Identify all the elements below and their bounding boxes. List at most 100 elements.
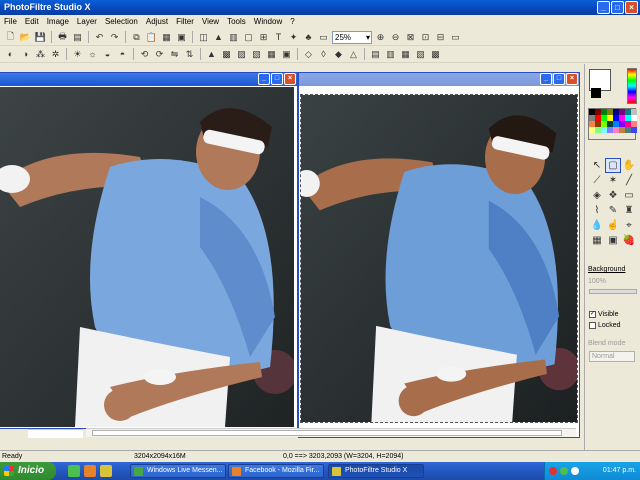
contrast-down-icon[interactable]: ◒ [101, 48, 114, 61]
effects-icon[interactable]: ✦ [287, 31, 300, 44]
clone-tool-icon[interactable]: ⌖ [621, 218, 637, 233]
menu-view[interactable]: View [198, 15, 223, 28]
color-palette[interactable] [588, 108, 637, 140]
doc-minimize-button[interactable]: _ [258, 73, 270, 85]
horizontal-scrollbar-original[interactable] [28, 429, 83, 438]
document-window-copy[interactable]: _ □ × [298, 72, 580, 438]
doc-maximize-button[interactable]: □ [271, 73, 283, 85]
menu-edit[interactable]: Edit [21, 15, 43, 28]
close-button[interactable]: × [625, 1, 638, 14]
tray-volume-icon[interactable] [571, 467, 579, 475]
document-titlebar[interactable]: _ □ × [0, 73, 297, 86]
hue-icon[interactable]: ◇ [302, 48, 315, 61]
opacity-slider[interactable] [589, 289, 637, 294]
visible-checkbox[interactable]: ✓ Visible [589, 311, 619, 318]
negative-icon[interactable]: ▨ [235, 48, 248, 61]
start-button[interactable]: Inicio [0, 462, 56, 480]
brightness-up-icon[interactable]: ☼ [86, 48, 99, 61]
zoom-window-icon[interactable]: ⊟ [434, 31, 447, 44]
color-spectrum[interactable] [627, 68, 637, 104]
open-icon[interactable]: 📂 [19, 31, 32, 44]
rgb-icon[interactable]: ▤ [369, 48, 382, 61]
blur-drop-icon[interactable]: 💧 [589, 218, 605, 233]
grayscale-icon[interactable]: ▲ [205, 48, 218, 61]
blend-mode-select[interactable]: Normal [589, 351, 635, 362]
minimize-button[interactable]: _ [597, 1, 610, 14]
pencil-tool-icon[interactable]: ✎ [605, 203, 621, 218]
layer-name-label[interactable]: Background [588, 266, 625, 273]
color-picker-icon[interactable]: ⟋ [589, 173, 605, 188]
zoom-actual-icon[interactable]: ⊡ [419, 31, 432, 44]
photo-canvas[interactable] [300, 94, 578, 423]
sepia-icon[interactable]: ▩ [220, 48, 233, 61]
image-tool-icon[interactable]: ▣ [605, 233, 621, 248]
blur-icon[interactable]: ⁂ [34, 48, 47, 61]
colorize-icon[interactable]: ▧ [250, 48, 263, 61]
task-firefox[interactable]: Facebook - Mozilla Fir... [228, 464, 324, 478]
menu-help[interactable]: ? [286, 15, 298, 28]
rotate-right-icon[interactable]: ⟳ [153, 48, 166, 61]
save-icon[interactable]: 💾 [34, 31, 47, 44]
menu-image[interactable]: Image [43, 15, 73, 28]
text-icon[interactable]: T [272, 31, 285, 44]
batch-icon[interactable]: ▩ [429, 48, 442, 61]
undo-icon[interactable]: ↶ [93, 31, 106, 44]
histogram-icon[interactable]: ▥ [227, 31, 240, 44]
zoom-fit-icon[interactable]: ⊠ [404, 31, 417, 44]
fullscreen-icon[interactable]: ▭ [449, 31, 462, 44]
duplicate-icon[interactable]: ▣ [175, 31, 188, 44]
brightness-down-icon[interactable]: ☀ [71, 48, 84, 61]
stamp-icon[interactable]: ♣ [302, 31, 315, 44]
tray-alert-icon[interactable] [549, 467, 557, 475]
sharpen-icon[interactable]: ✲ [49, 48, 62, 61]
eraser-tool-icon[interactable]: ▭ [621, 188, 637, 203]
pointer-tool-icon[interactable]: ↖ [589, 158, 605, 173]
emboss-icon[interactable]: ▦ [265, 48, 278, 61]
doc-close-button[interactable]: × [566, 73, 578, 85]
gamma-icon[interactable]: △ [347, 48, 360, 61]
menu-filter[interactable]: Filter [172, 15, 198, 28]
screen-icon[interactable]: ▭ [317, 31, 330, 44]
line-tool-icon[interactable]: ╱ [621, 173, 637, 188]
auto-levels-icon[interactable]: ◑ [19, 48, 32, 61]
hand-tool-icon[interactable]: ✋ [621, 158, 637, 173]
paste-new-icon[interactable]: ▦ [160, 31, 173, 44]
doc-minimize-button[interactable]: _ [540, 73, 552, 85]
channels-icon[interactable]: ▥ [384, 48, 397, 61]
zoom-in-icon[interactable]: ⊕ [374, 31, 387, 44]
brush-tool-icon[interactable]: ⌇ [589, 203, 605, 218]
doc-maximize-button[interactable]: □ [553, 73, 565, 85]
scroll-thumb[interactable] [92, 430, 562, 436]
selection-tool-icon[interactable]: ▢ [605, 158, 621, 173]
menu-selection[interactable]: Selection [101, 15, 142, 28]
resize-icon[interactable]: ⊞ [257, 31, 270, 44]
quicklaunch-firefox-icon[interactable] [84, 465, 96, 477]
contrast-up-icon[interactable]: ◓ [116, 48, 129, 61]
document-titlebar[interactable]: _ □ × [299, 73, 579, 86]
task-messenger[interactable]: Windows Live Messen... [130, 464, 226, 478]
doc-close-button[interactable]: × [284, 73, 296, 85]
new-icon[interactable]: 🗋 [4, 31, 17, 44]
scan-icon[interactable]: ▤ [71, 31, 84, 44]
smudge-tool-icon[interactable]: ☝ [605, 218, 621, 233]
maximize-button[interactable]: □ [611, 1, 624, 14]
mirror-icon[interactable]: ⇅ [183, 48, 196, 61]
horizontal-scrollbar-copy[interactable] [86, 428, 576, 437]
task-photofiltre[interactable]: PhotoFiltre Studio X [328, 464, 424, 478]
photo-canvas[interactable] [0, 87, 294, 427]
redo-icon[interactable]: ↷ [108, 31, 121, 44]
stamp-tool-icon[interactable]: ♜ [621, 203, 637, 218]
plugin-icon[interactable]: ▦ [399, 48, 412, 61]
copy-icon[interactable]: ⧉ [130, 31, 143, 44]
spray-tool-icon[interactable]: ❖ [605, 188, 621, 203]
auto-contrast-icon[interactable]: ◐ [4, 48, 17, 61]
menu-adjust[interactable]: Adjust [142, 15, 172, 28]
menu-file[interactable]: File [0, 15, 21, 28]
tray-messenger-icon[interactable] [560, 467, 568, 475]
quicklaunch-messenger-icon[interactable] [68, 465, 80, 477]
water-icon[interactable]: ◆ [332, 48, 345, 61]
pattern-tool-icon[interactable]: ▦ [589, 233, 605, 248]
menu-tools[interactable]: Tools [223, 15, 250, 28]
rotate-left-icon[interactable]: ⟲ [138, 48, 151, 61]
paste-icon[interactable]: 📋 [145, 31, 158, 44]
